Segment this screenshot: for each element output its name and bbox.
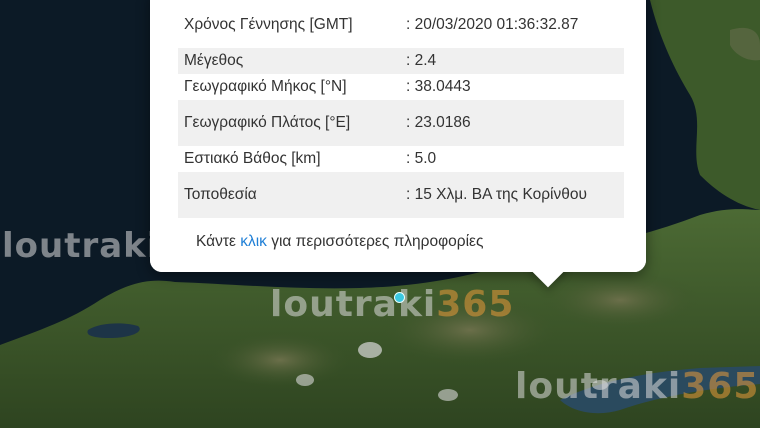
watermark-right: loutraki365	[515, 366, 759, 407]
value-location: : 15 Χλμ. ΒΑ της Κορίνθου	[400, 172, 624, 218]
value-origin-time: : 20/03/2020 01:36:32.87	[406, 16, 579, 33]
watermark-text: loutraki	[2, 226, 160, 266]
watermark-number: 365	[681, 366, 760, 407]
popup-body: Χρόνος Γέννησης [GMT] : 20/03/2020 01:36…	[150, 0, 646, 272]
earthquake-marker[interactable]	[394, 292, 405, 303]
value-magnitude: : 2.4	[400, 48, 624, 74]
more-info-text: Κάντε κλικ για περισσότερες πληροφορίες	[196, 233, 483, 251]
more-info-suffix: για περισσότερες πληροφορίες	[266, 233, 484, 250]
row-latitude: Γεωγραφικό Μήκος [°N] : 38.0443	[178, 74, 624, 100]
cloud	[438, 389, 458, 401]
cloud	[358, 342, 382, 358]
watermark-center: loutraki365	[270, 284, 514, 325]
watermark-text: loutraki	[515, 366, 682, 407]
watermark-number: 365	[436, 284, 515, 325]
label-latitude: Γεωγραφικό Μήκος [°N]	[184, 78, 347, 95]
cloud	[296, 374, 314, 386]
label-magnitude: Μέγεθος	[178, 48, 400, 74]
label-longitude: Γεωγραφικό Πλάτος [°E]	[178, 100, 400, 146]
more-info-link[interactable]: κλικ	[240, 233, 267, 250]
value-latitude: : 38.0443	[406, 78, 471, 95]
label-origin-time: Χρόνος Γέννησης [GMT]	[184, 16, 353, 33]
value-depth: : 5.0	[406, 150, 437, 167]
label-location: Τοποθεσία	[178, 172, 400, 218]
mountain-ridge	[540, 270, 700, 330]
row-depth: Εστιακό Βάθος [km] : 5.0	[178, 146, 624, 172]
row-longitude: Γεωγραφικό Πλάτος [°E] : 23.0186	[178, 100, 624, 146]
row-magnitude: Μέγεθος : 2.4	[178, 48, 624, 74]
value-longitude: : 23.0186	[400, 100, 624, 146]
mountain-ridge	[210, 332, 350, 388]
more-info-prefix: Κάντε	[196, 233, 241, 250]
label-depth: Εστιακό Βάθος [km]	[184, 150, 321, 167]
watermark-text: loutraki	[270, 284, 437, 325]
earthquake-info-table: Χρόνος Γέννησης [GMT] : 20/03/2020 01:36…	[178, 2, 624, 218]
row-origin-time: Χρόνος Γέννησης [GMT] : 20/03/2020 01:36…	[178, 2, 624, 48]
earthquake-popup: Χρόνος Γέννησης [GMT] : 20/03/2020 01:36…	[150, 0, 646, 288]
row-location: Τοποθεσία : 15 Χλμ. ΒΑ της Κορίνθου	[178, 172, 624, 218]
